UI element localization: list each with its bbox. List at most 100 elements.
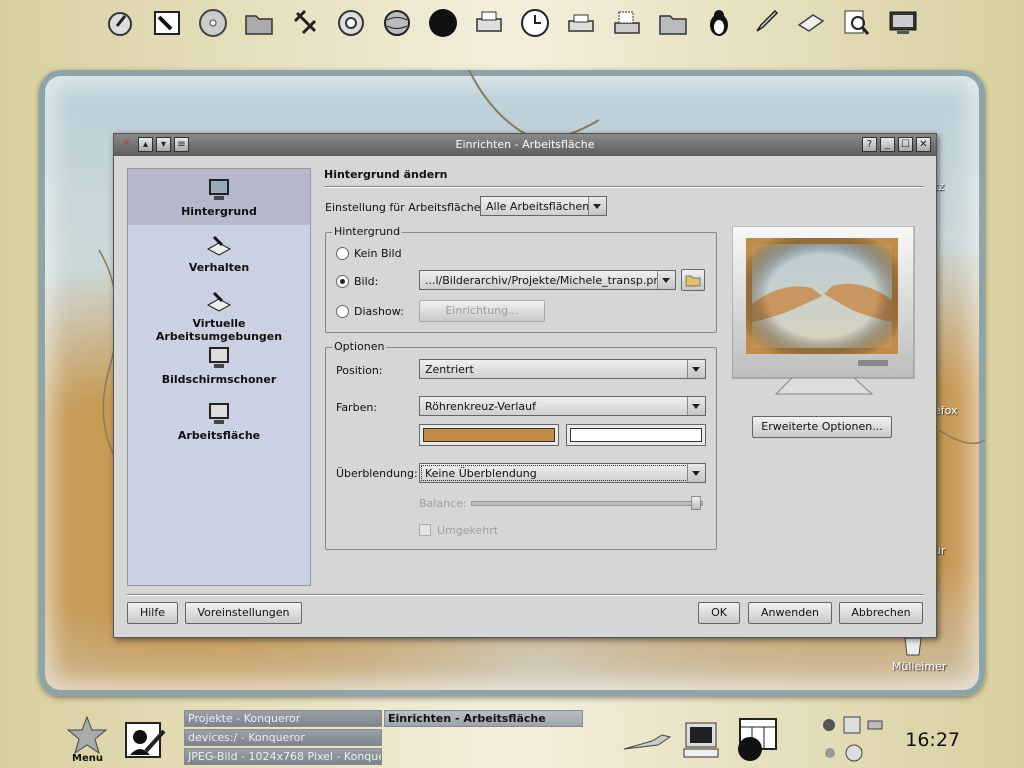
advanced-options-button[interactable]: Erweiterte Optionen... xyxy=(752,416,892,438)
reverse-checkbox[interactable] xyxy=(419,524,431,536)
cancel-button[interactable]: Abbrechen xyxy=(839,602,923,624)
position-value: Zentriert xyxy=(425,363,474,376)
no-image-radio[interactable] xyxy=(336,247,349,260)
star-menu-icon[interactable] xyxy=(66,715,108,755)
chevron-down-icon xyxy=(657,271,675,289)
terminal-icon[interactable] xyxy=(144,2,190,44)
background-group-title: Hintergrund xyxy=(332,225,403,238)
task-jpeg-konqueror[interactable]: JPEG-Bild - 1024x768 Pixel - Konqueror xyxy=(184,748,382,765)
clock[interactable]: 16:27 xyxy=(905,729,960,751)
help-ring-icon[interactable] xyxy=(328,2,374,44)
reverse-label: Umgekehrt xyxy=(437,524,499,537)
position-select[interactable]: Zentriert xyxy=(419,359,706,379)
slideshow-radio[interactable] xyxy=(336,305,349,318)
sidebar-item-label: Hintergrund xyxy=(181,205,257,218)
options-group-title: Optionen xyxy=(332,340,387,353)
image-radio[interactable] xyxy=(336,275,349,288)
browse-folder-button[interactable] xyxy=(681,269,705,291)
chevron-down-icon xyxy=(687,397,705,415)
colors-value: Röhrenkreuz-Verlauf xyxy=(425,400,536,413)
desktop-setting-value: Alle Arbeitsflächen xyxy=(486,200,590,213)
clock-icon[interactable] xyxy=(512,2,558,44)
bomb-icon[interactable] xyxy=(98,2,144,44)
desktop-setting-select[interactable]: Alle Arbeitsflächen xyxy=(480,196,607,216)
maximize-button[interactable]: ☐ xyxy=(898,137,913,152)
tools-icon xyxy=(206,291,232,312)
desktop-setting-label: Einstellung für Arbeitsfläche: xyxy=(325,201,485,214)
tray-icons[interactable] xyxy=(804,715,890,765)
satellite-icon[interactable] xyxy=(282,2,328,44)
blending-label: Überblendung: xyxy=(336,467,418,480)
folder-icon xyxy=(685,275,701,287)
chevron-down-icon xyxy=(588,197,606,215)
balance-slider-handle[interactable] xyxy=(691,496,701,510)
task-einrichten-arbeitsflaeche[interactable]: Einrichten - Arbeitsfläche xyxy=(384,710,583,727)
defaults-button[interactable]: Voreinstellungen xyxy=(185,602,302,624)
help-button[interactable]: Hilfe xyxy=(127,602,178,624)
wallpaper-preview-monitor xyxy=(731,225,918,406)
blending-select[interactable]: Keine Überblendung xyxy=(419,463,706,483)
monitor-icon[interactable] xyxy=(880,2,926,44)
desktop-settings-dialog: ✕ ▴ ▾ ≡ Einrichten - Arbeitsfläche ? _ ☐… xyxy=(113,133,937,638)
folder-icon[interactable] xyxy=(236,2,282,44)
task-projekte-konqueror[interactable]: Projekte - Konqueror xyxy=(184,710,382,727)
colors-select[interactable]: Röhrenkreuz-Verlauf xyxy=(419,396,706,416)
sidebar-item-virtuelle-arbeitsumgebungen[interactable]: Virtuelle Arbeitsumgebungen xyxy=(128,281,310,343)
sidebar-item-arbeitsflaeche[interactable]: Arbeitsfläche xyxy=(128,393,310,449)
chevron-down-icon xyxy=(687,464,705,482)
color-swatch-2 xyxy=(570,428,702,442)
color-button-2[interactable] xyxy=(566,424,706,446)
top-launcher-bar xyxy=(98,2,928,44)
sidebar-item-label: Bildschirmschoner xyxy=(161,373,277,386)
balance-slider-track[interactable] xyxy=(471,501,703,506)
magnifier-icon[interactable] xyxy=(834,2,880,44)
apply-button[interactable]: Anwenden xyxy=(748,602,832,624)
monitor-icon xyxy=(209,403,229,424)
ok-button[interactable]: OK xyxy=(698,602,740,624)
trash-label[interactable]: Mülleimer xyxy=(892,660,946,673)
monitor-icon xyxy=(209,179,229,200)
color-button-1[interactable] xyxy=(419,424,559,446)
image-path-select[interactable]: ...l/Bilderarchiv/Projekte/Michele_trans… xyxy=(419,270,676,290)
printer-icon[interactable] xyxy=(466,2,512,44)
dialog-title: Einrichten - Arbeitsfläche xyxy=(455,138,595,151)
divider xyxy=(127,594,924,596)
printer-icon[interactable] xyxy=(558,2,604,44)
task-devices-konqueror[interactable]: devices:/ - Konqueror xyxy=(184,729,382,746)
sidebar-item-verhalten[interactable]: Verhalten xyxy=(128,225,310,281)
colors-label: Farben: xyxy=(336,401,378,414)
tools-icon xyxy=(206,235,232,256)
image-path-value: ...l/Bilderarchiv/Projekte/Michele_trans… xyxy=(425,274,668,287)
dialog-titlebar[interactable]: ✕ ▴ ▾ ≡ Einrichten - Arbeitsfläche ? _ ☐… xyxy=(114,134,936,156)
scanner-icon[interactable] xyxy=(604,2,650,44)
calendar-bomb-icon[interactable] xyxy=(732,715,780,763)
taskbar: Menu Projekte - Konqueror devices:/ - Ko… xyxy=(0,705,1024,768)
no-image-label[interactable]: Kein Bild xyxy=(354,247,402,260)
sidebar-item-bildschirmschoner[interactable]: Bildschirmschoner xyxy=(128,337,310,393)
slideshow-setup-button[interactable]: Einrichtung... xyxy=(419,300,545,322)
close-button[interactable]: ✕ xyxy=(916,137,931,152)
divider xyxy=(324,186,924,188)
globe-icon[interactable] xyxy=(374,2,420,44)
rocket-icon[interactable] xyxy=(742,2,788,44)
help-button[interactable]: ? xyxy=(862,137,877,152)
penguin-icon[interactable] xyxy=(696,2,742,44)
image-label[interactable]: Bild: xyxy=(354,275,378,288)
menu-label[interactable]: Menu xyxy=(72,753,103,764)
cd-icon[interactable] xyxy=(190,2,236,44)
system-tray xyxy=(804,715,890,765)
user-editor-icon[interactable] xyxy=(122,717,168,761)
black-ball-icon[interactable] xyxy=(420,2,466,44)
slideshow-label[interactable]: Diashow: xyxy=(354,305,404,318)
color-swatch-1 xyxy=(423,428,555,442)
chevron-down-icon xyxy=(687,360,705,378)
calculator-icon[interactable] xyxy=(788,2,834,44)
desktop-icon-label[interactable]: efox xyxy=(934,404,958,417)
trowel-icon[interactable] xyxy=(622,729,674,753)
minimize-button[interactable]: _ xyxy=(880,137,895,152)
balance-label: Balance: xyxy=(419,497,467,510)
computer-icon[interactable] xyxy=(682,719,724,761)
sidebar-item-hintergrund[interactable]: Hintergrund xyxy=(128,169,310,225)
trash-icon[interactable] xyxy=(902,636,924,656)
folder-icon[interactable] xyxy=(650,2,696,44)
